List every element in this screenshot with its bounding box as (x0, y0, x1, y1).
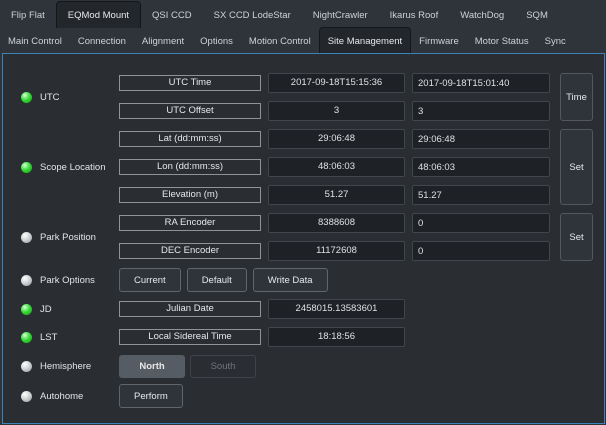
group-utc: UTC UTC Time 2017-09-18T15:15:36 UTC Off… (21, 69, 604, 125)
tab-sx-ccd-lodestar[interactable]: SX CCD LodeStar (203, 3, 302, 28)
utc-offset-label: UTC Offset (119, 103, 261, 119)
tab-options[interactable]: Options (192, 29, 241, 54)
group-label-lst: LST (40, 331, 58, 343)
tab-motion-control[interactable]: Motion Control (241, 29, 319, 54)
tab-site-management[interactable]: Site Management (318, 27, 412, 54)
hemisphere-south-button[interactable]: South (190, 354, 256, 378)
longitude-row: Lon (dd:mm:ss) 48:06:03 (119, 153, 550, 181)
park-position-set-button[interactable]: Set (560, 213, 593, 261)
sidereal-time-row: Local Sidereal Time 18:18:56 (119, 323, 405, 351)
utc-time-row: UTC Time 2017-09-18T15:15:36 (119, 69, 550, 97)
utc-time-label: UTC Time (119, 75, 261, 91)
utc-offset-row: UTC Offset 3 (119, 97, 550, 125)
hemisphere-led-indicator (21, 360, 32, 372)
group-lst: LST Local Sidereal Time 18:18:56 (21, 323, 604, 351)
device-tab-bar: Flip Flat EQMod Mount QSI CCD SX CCD Lod… (0, 0, 606, 28)
tab-qsi-ccd[interactable]: QSI CCD (141, 3, 203, 28)
utc-time-current-value: 2017-09-18T15:15:36 (268, 73, 405, 93)
tab-connection[interactable]: Connection (70, 29, 134, 54)
group-label-utc: UTC (40, 91, 60, 103)
tab-eqmod-mount[interactable]: EQMod Mount (55, 1, 142, 28)
tab-ikarus-roof[interactable]: Ikarus Roof (379, 3, 450, 28)
latitude-current-value: 29:06:48 (268, 129, 405, 149)
tab-motor-status[interactable]: Motor Status (467, 29, 537, 54)
dec-encoder-current-value: 11172608 (268, 241, 405, 261)
longitude-input[interactable] (412, 157, 550, 177)
jd-led-indicator (21, 303, 32, 315)
park-default-button[interactable]: Default (186, 268, 247, 292)
utc-time-input[interactable] (412, 73, 550, 93)
julian-date-row: Julian Date 2458015.13583601 (119, 295, 405, 323)
group-label-hemisphere: Hemisphere (40, 360, 92, 372)
ra-encoder-current-value: 8388608 (268, 213, 405, 233)
site-management-panel: UTC UTC Time 2017-09-18T15:15:36 UTC Off… (2, 53, 605, 424)
sidereal-time-label: Local Sidereal Time (119, 329, 261, 345)
utc-offset-input[interactable] (412, 101, 550, 121)
group-autohome: Autohome Perform (21, 381, 604, 411)
hemisphere-north-button[interactable]: North (119, 354, 185, 378)
elevation-current-value: 51.27 (268, 185, 405, 205)
dec-encoder-label: DEC Encoder (119, 243, 261, 259)
group-label-jd: JD (40, 303, 52, 315)
tab-nightcrawler[interactable]: NightCrawler (302, 3, 379, 28)
ra-encoder-label: RA Encoder (119, 215, 261, 231)
elevation-input[interactable] (412, 185, 550, 205)
longitude-label: Lon (dd:mm:ss) (119, 159, 261, 175)
dec-encoder-input[interactable] (412, 241, 550, 261)
elevation-label: Elevation (m) (119, 187, 261, 203)
ra-encoder-input[interactable] (412, 213, 550, 233)
utc-time-set-button[interactable]: Time (560, 73, 593, 121)
tab-flip-flat[interactable]: Flip Flat (0, 3, 56, 28)
group-tab-bar: Main Control Connection Alignment Option… (0, 27, 606, 54)
ra-encoder-row: RA Encoder 8388608 (119, 209, 550, 237)
tab-sqm[interactable]: SQM (515, 3, 559, 28)
julian-date-label: Julian Date (119, 301, 261, 317)
elevation-row: Elevation (m) 51.27 (119, 181, 550, 209)
group-label-park-position: Park Position (40, 231, 96, 243)
tab-firmware[interactable]: Firmware (411, 29, 467, 54)
group-scope-location: Scope Location Lat (dd:mm:ss) 29:06:48 L… (21, 125, 604, 209)
park-write-data-button[interactable]: Write Data (252, 268, 328, 292)
group-hemisphere: Hemisphere North South (21, 351, 604, 381)
tab-sync[interactable]: Sync (537, 29, 574, 54)
group-park-position: Park Position RA Encoder 8388608 DEC Enc… (21, 209, 604, 265)
julian-date-value: 2458015.13583601 (268, 299, 405, 319)
park-current-button[interactable]: Current (119, 268, 181, 292)
latitude-row: Lat (dd:mm:ss) 29:06:48 (119, 125, 550, 153)
dec-encoder-row: DEC Encoder 11172608 (119, 237, 550, 265)
group-jd: JD Julian Date 2458015.13583601 (21, 295, 604, 323)
utc-led-indicator (21, 91, 32, 103)
tab-main-control[interactable]: Main Control (0, 29, 70, 54)
latitude-label: Lat (dd:mm:ss) (119, 131, 261, 147)
scope-location-set-button[interactable]: Set (560, 129, 593, 205)
tab-alignment[interactable]: Alignment (134, 29, 192, 54)
tab-watchdog[interactable]: WatchDog (449, 3, 515, 28)
autohome-led-indicator (21, 390, 32, 402)
autohome-perform-button[interactable]: Perform (119, 384, 183, 408)
group-label-scope-location: Scope Location (40, 161, 106, 173)
longitude-current-value: 48:06:03 (268, 157, 405, 177)
scope-location-led-indicator (21, 161, 32, 173)
lst-led-indicator (21, 331, 32, 343)
group-label-park-options: Park Options (40, 274, 95, 286)
group-park-options: Park Options Current Default Write Data (21, 265, 604, 295)
park-options-led-indicator (21, 274, 32, 286)
group-label-autohome: Autohome (40, 390, 84, 402)
sidereal-time-value: 18:18:56 (268, 327, 405, 347)
utc-offset-current-value: 3 (268, 101, 405, 121)
indi-control-panel: Flip Flat EQMod Mount QSI CCD SX CCD Lod… (0, 0, 606, 425)
park-position-led-indicator (21, 231, 32, 243)
latitude-input[interactable] (412, 129, 550, 149)
